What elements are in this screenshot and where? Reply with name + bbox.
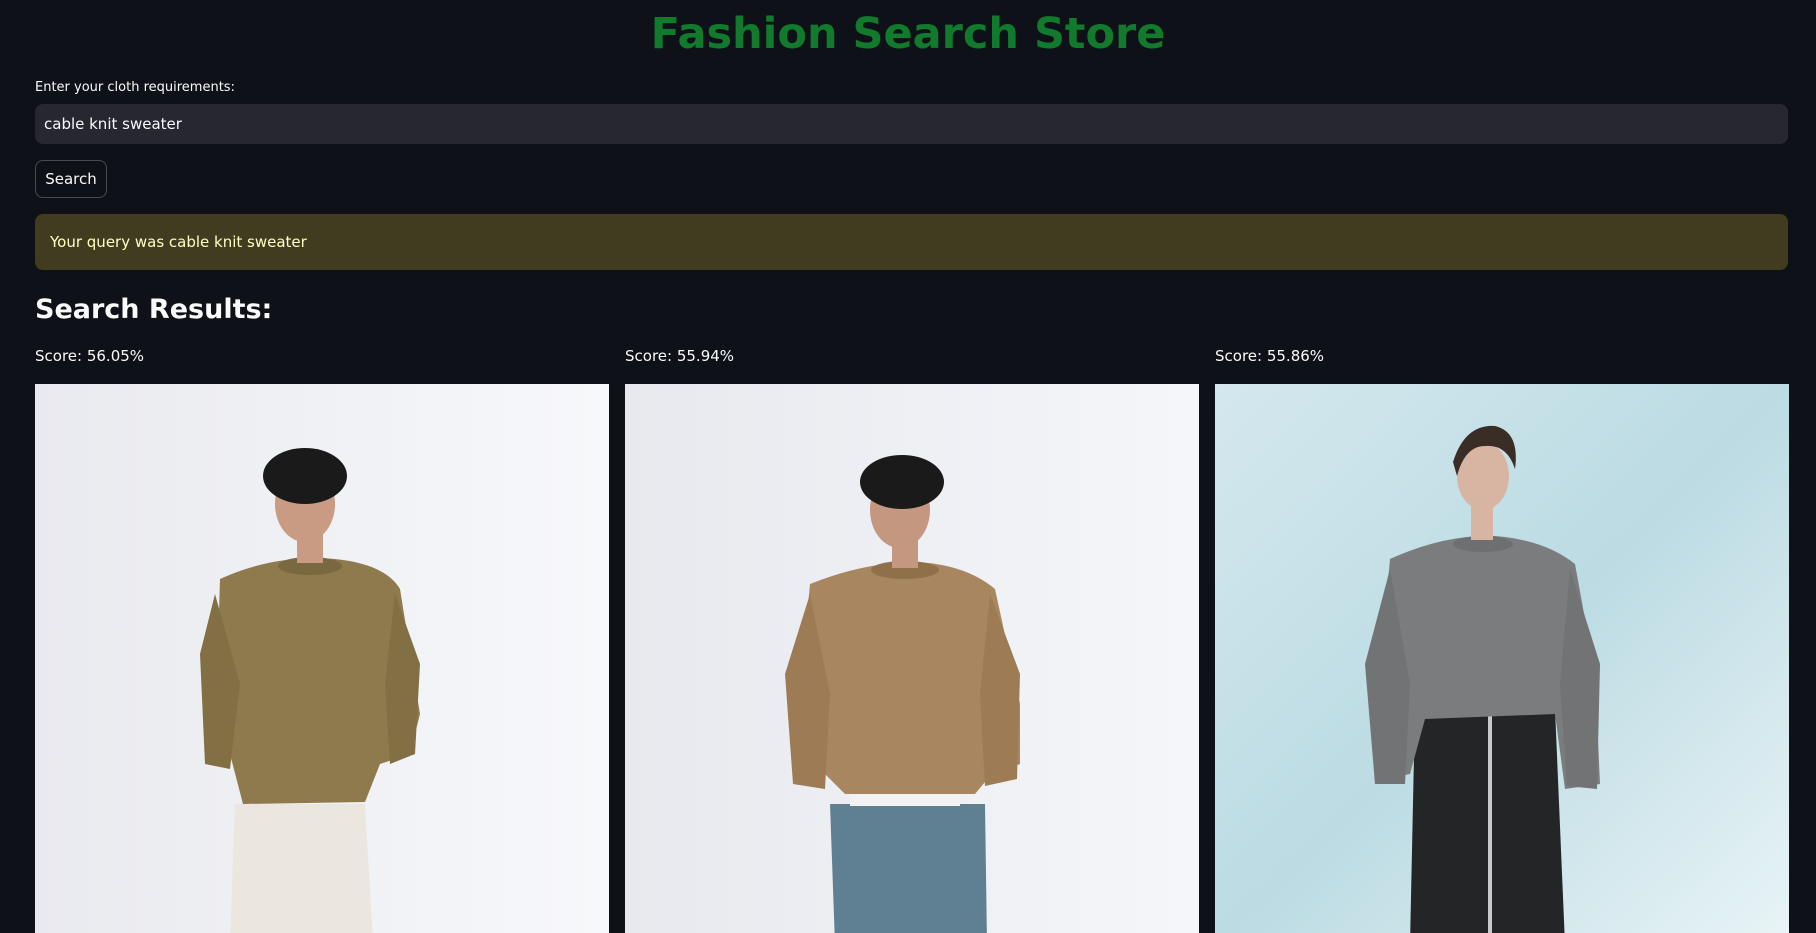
results-heading: Search Results: [35,294,273,325]
search-label: Enter your cloth requirements: [35,80,235,95]
result-score: Score: 55.86% [1215,347,1325,365]
product-image[interactable] [625,384,1199,933]
result-card: Score: 55.94% [625,344,1199,933]
result-score: Score: 56.05% [35,347,145,365]
man-camel-sweater-photo-icon [625,384,1199,933]
product-image[interactable] [1215,384,1789,933]
page-title: Fashion Search Store [650,9,1166,59]
search-button[interactable]: Search [35,160,107,198]
result-card: Score: 55.86% [1215,344,1789,933]
man-olive-sweater-photo-icon [35,384,609,933]
search-input[interactable] [35,104,1788,144]
result-score: Score: 55.94% [625,347,735,365]
app-root: Fashion Search Store Enter your cloth re… [0,0,1816,933]
query-alert: Your query was cable knit sweater [35,214,1788,270]
query-alert-text: Your query was cable knit sweater [50,233,307,251]
woman-grey-sweater-photo-icon [1215,384,1789,933]
result-card: Score: 56.05% [35,344,609,933]
product-image[interactable] [35,384,609,933]
